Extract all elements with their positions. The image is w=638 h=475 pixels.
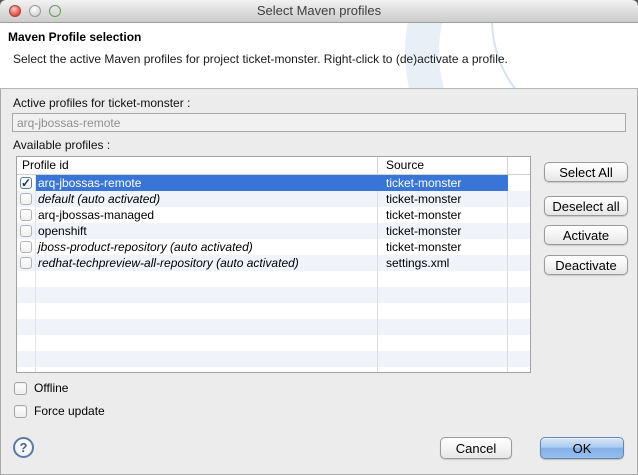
close-icon[interactable] [9,5,21,17]
unchecked-checkbox-icon[interactable] [20,209,32,221]
banner-description: Select the active Maven profiles for pro… [13,52,508,66]
offline-label: Offline [34,381,68,395]
table-row[interactable]: ✓ arq-jbossas-remote ticket-monster [17,175,530,191]
unchecked-checkbox-icon[interactable] [20,193,32,205]
select-all-button[interactable]: Select All [544,162,628,182]
cancel-button[interactable]: Cancel [440,437,512,459]
row-checkbox-cell [17,239,36,255]
source-cell: ticket-monster [378,239,508,255]
force-update-label: Force update [34,404,105,418]
profile-id-cell: jboss-product-repository (auto activated… [36,239,378,255]
deselect-all-button[interactable]: Deselect all [544,196,628,216]
table-row[interactable]: arq-jbossas-managed ticket-monster [17,207,530,223]
source-cell: ticket-monster [378,191,508,207]
window-title: Select Maven profiles [0,0,638,22]
active-profiles-label: Active profiles for ticket-monster : [13,96,190,110]
table-row[interactable]: redhat-techpreview-all-repository (auto … [17,255,530,271]
available-profiles-label: Available profiles : [13,138,110,152]
table-row[interactable]: jboss-product-repository (auto activated… [17,239,530,255]
checked-checkbox-icon[interactable]: ✓ [20,177,32,189]
profile-id-cell: default (auto activated) [36,191,378,207]
profile-id-cell: arq-jbossas-managed [36,207,378,223]
force-update-checkbox[interactable] [14,405,27,418]
profile-id-cell: arq-jbossas-remote [36,175,378,191]
dialog-banner: Maven Profile selection Select the activ… [0,23,638,89]
profile-id-cell: redhat-techpreview-all-repository (auto … [36,255,378,271]
unchecked-checkbox-icon[interactable] [20,241,32,253]
source-cell: ticket-monster [378,223,508,239]
profile-id-cell: openshift [36,223,378,239]
window-controls [9,5,61,17]
empty-table-row[interactable] [17,271,530,287]
row-checkbox-cell: ✓ [17,175,36,191]
source-cell: settings.xml [378,255,508,271]
title-bar[interactable]: Select Maven profiles [0,0,638,23]
empty-table-row[interactable] [17,303,530,319]
zoom-icon[interactable] [49,5,61,17]
column-header-source[interactable]: Source [378,157,508,174]
table-row[interactable]: openshift ticket-monster [17,223,530,239]
offline-checkbox[interactable] [14,382,27,395]
source-cell: ticket-monster [378,175,508,191]
force-update-option[interactable]: Force update [14,404,105,418]
offline-option[interactable]: Offline [14,381,68,395]
activate-button[interactable]: Activate [544,225,628,245]
empty-table-row[interactable] [17,287,530,303]
deactivate-button[interactable]: Deactivate [544,255,628,275]
maven-profiles-dialog: Select Maven profiles Maven Profile sele… [0,0,638,475]
row-checkbox-cell [17,223,36,239]
column-header-profile-id[interactable]: Profile id [17,157,378,174]
empty-table-row[interactable] [17,367,530,373]
unchecked-checkbox-icon[interactable] [20,225,32,237]
source-cell: ticket-monster [378,207,508,223]
active-profiles-field[interactable] [12,113,626,132]
unchecked-checkbox-icon[interactable] [20,257,32,269]
table-header: Profile id Source [17,157,530,175]
help-button[interactable]: ? [13,437,34,458]
column-header-filler [508,157,530,174]
row-checkbox-cell [17,255,36,271]
profiles-table[interactable]: Profile id Source ✓ arq-jbossas-remote t… [16,156,531,373]
ok-button[interactable]: OK [540,437,624,459]
empty-table-row[interactable] [17,319,530,335]
empty-table-row[interactable] [17,351,530,367]
row-checkbox-cell [17,191,36,207]
banner-arc-decoration-inner [491,23,638,89]
banner-title: Maven Profile selection [8,30,141,44]
minimize-icon[interactable] [29,5,41,17]
empty-table-row[interactable] [17,335,530,351]
table-row[interactable]: default (auto activated) ticket-monster [17,191,530,207]
row-checkbox-cell [17,207,36,223]
